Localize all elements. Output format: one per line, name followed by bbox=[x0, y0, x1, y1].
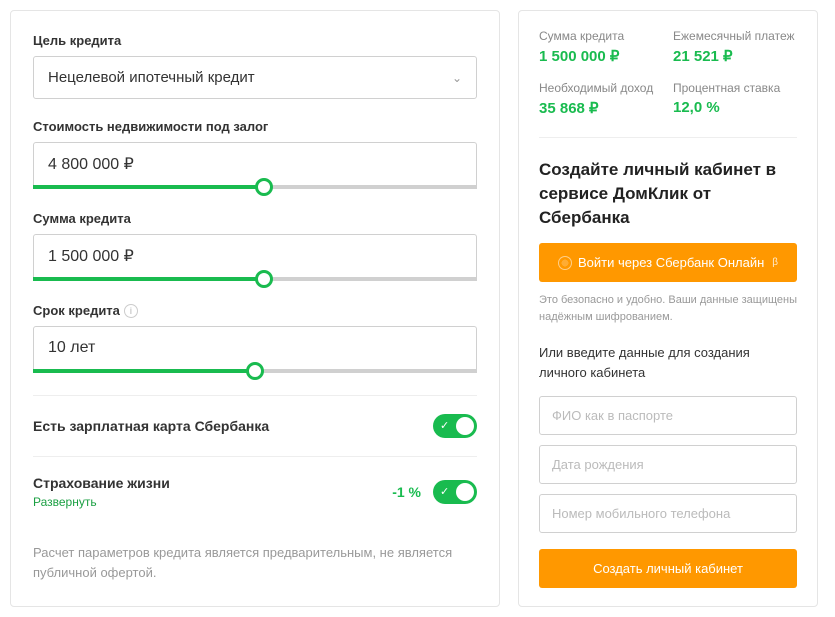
sberbank-login-button[interactable]: Войти через Сбербанк Онлайн β bbox=[539, 243, 797, 282]
beta-badge: β bbox=[772, 257, 778, 268]
amount-slider[interactable] bbox=[33, 277, 477, 281]
slider-thumb[interactable] bbox=[255, 178, 273, 196]
collateral-label: Стоимость недвижимости под залог bbox=[33, 119, 477, 134]
salary-card-label: Есть зарплатная карта Сбербанка bbox=[33, 418, 269, 434]
purpose-select[interactable]: Нецелевой ипотечный кредит ⌄ bbox=[33, 56, 477, 99]
signup-heading: Создайте личный кабинет в сервисе ДомКли… bbox=[539, 158, 797, 229]
term-label: Срок кредита i bbox=[33, 303, 477, 318]
salary-card-row: Есть зарплатная карта Сбербанка ✓ bbox=[33, 395, 477, 456]
disclaimer-text: Расчет параметров кредита является предв… bbox=[33, 543, 477, 582]
purpose-value: Нецелевой ипотечный кредит bbox=[48, 69, 255, 86]
dob-input[interactable] bbox=[539, 445, 797, 484]
stat-sum: Сумма кредита 1 500 000 ₽ bbox=[539, 29, 663, 65]
stat-income: Необходимый доход 35 868 ₽ bbox=[539, 81, 663, 117]
insurance-label: Страхование жизни bbox=[33, 475, 170, 491]
amount-input[interactable] bbox=[33, 234, 477, 277]
summary-panel: Сумма кредита 1 500 000 ₽ Ежемесячный пл… bbox=[518, 10, 818, 607]
stat-monthly: Ежемесячный платеж 21 521 ₽ bbox=[673, 29, 797, 65]
salary-card-toggle[interactable]: ✓ bbox=[433, 414, 477, 438]
collateral-slider[interactable] bbox=[33, 185, 477, 189]
expand-link[interactable]: Развернуть bbox=[33, 495, 170, 509]
insurance-discount: -1 % bbox=[392, 484, 421, 500]
phone-input[interactable] bbox=[539, 494, 797, 533]
sberbank-icon bbox=[558, 256, 572, 270]
purpose-label: Цель кредита bbox=[33, 33, 477, 48]
chevron-down-icon: ⌄ bbox=[452, 71, 462, 85]
stats-grid: Сумма кредита 1 500 000 ₽ Ежемесячный пл… bbox=[539, 29, 797, 138]
amount-label: Сумма кредита bbox=[33, 211, 477, 226]
term-group: Срок кредита i bbox=[33, 303, 477, 373]
slider-thumb[interactable] bbox=[255, 270, 273, 288]
calculator-panel: Цель кредита Нецелевой ипотечный кредит … bbox=[10, 10, 500, 607]
check-icon: ✓ bbox=[440, 485, 449, 498]
slider-thumb[interactable] bbox=[246, 362, 264, 380]
fullname-input[interactable] bbox=[539, 396, 797, 435]
insurance-toggle[interactable]: ✓ bbox=[433, 480, 477, 504]
insurance-row: Страхование жизни Развернуть -1 % ✓ bbox=[33, 456, 477, 527]
security-hint: Это безопасно и удобно. Ваши данные защи… bbox=[539, 292, 797, 325]
purpose-group: Цель кредита Нецелевой ипотечный кредит … bbox=[33, 33, 477, 99]
collateral-group: Стоимость недвижимости под залог bbox=[33, 119, 477, 189]
amount-group: Сумма кредита bbox=[33, 211, 477, 281]
create-account-button[interactable]: Создать личный кабинет bbox=[539, 549, 797, 588]
term-slider[interactable] bbox=[33, 369, 477, 373]
check-icon: ✓ bbox=[440, 419, 449, 432]
info-icon[interactable]: i bbox=[124, 304, 138, 318]
collateral-input[interactable] bbox=[33, 142, 477, 185]
alt-signup-heading: Или введите данные для создания личного … bbox=[539, 343, 797, 382]
stat-rate: Процентная ставка 12,0 % bbox=[673, 81, 797, 117]
